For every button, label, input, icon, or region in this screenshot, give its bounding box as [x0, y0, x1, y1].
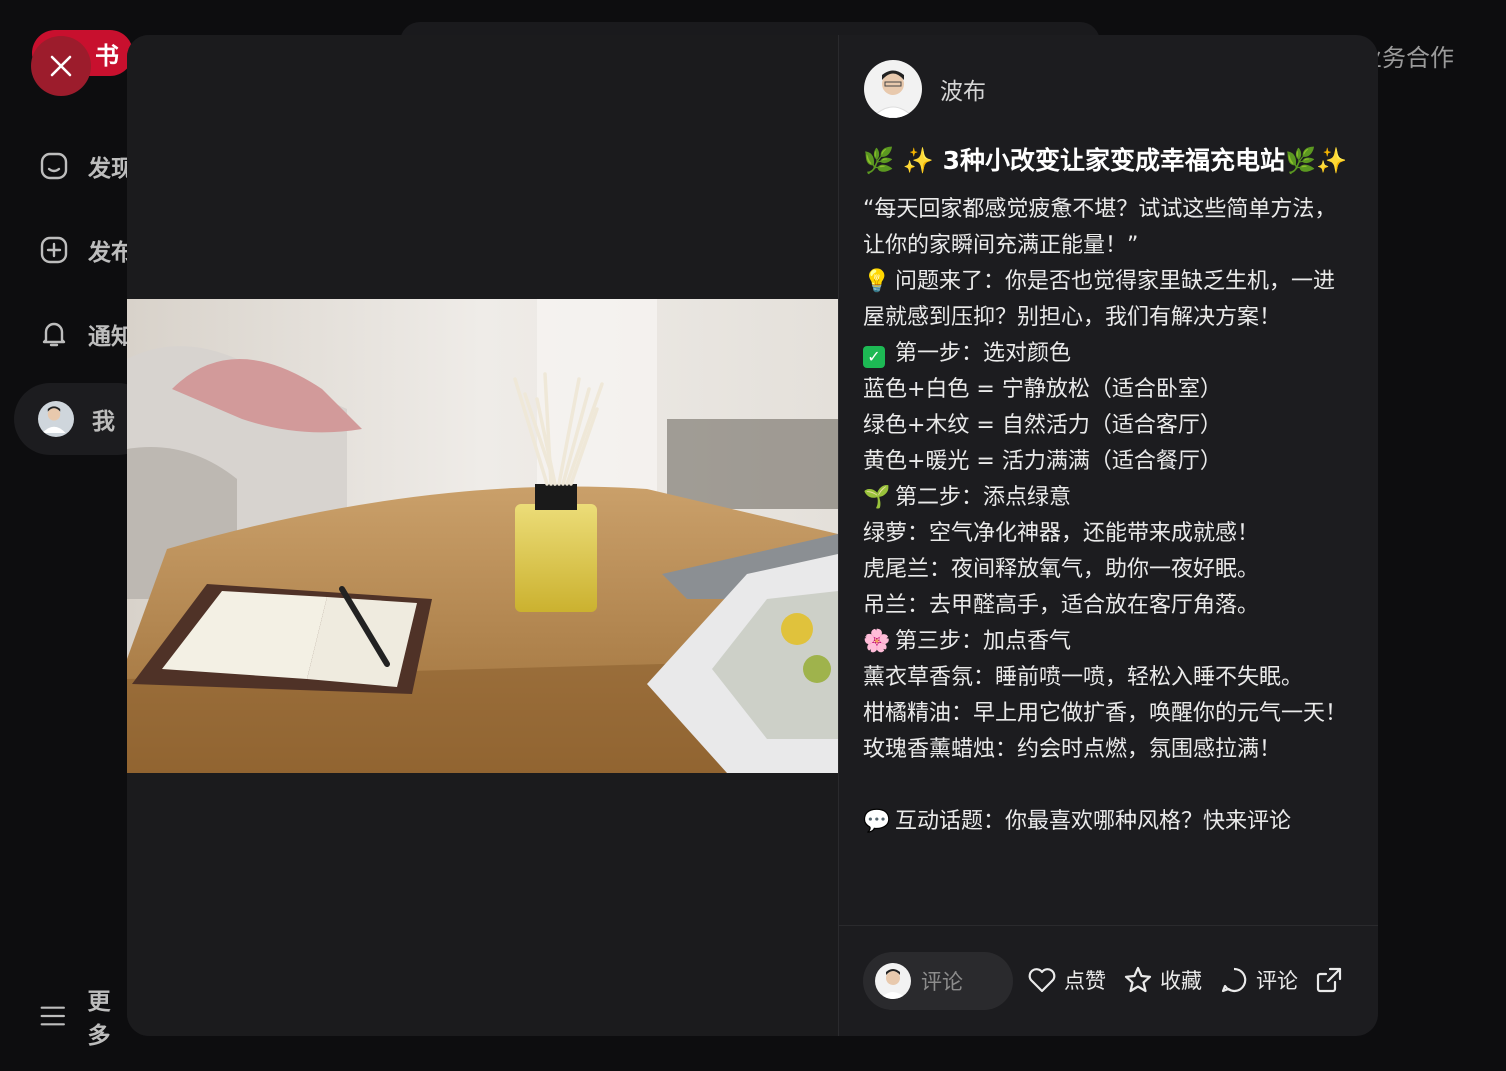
line-emoji: 🌸	[863, 629, 891, 654]
note-line: 💬 互动话题：你最喜欢哪种风格？快来评论	[863, 804, 1355, 840]
comment-label: 评论	[1256, 969, 1298, 993]
sidebar: 发现 发布 通知 我 更多	[0, 0, 154, 1071]
line-text: 第三步：加点香气	[895, 629, 1072, 654]
line-text	[863, 773, 870, 798]
comment-placeholder: 评论	[921, 970, 963, 994]
author-avatar[interactable]	[864, 60, 922, 118]
line-text: 吊兰：去甲醛高手，适合放在客厅角落。	[863, 593, 1260, 618]
note-line: 黄色+暖光 = 活力满满（适合餐厅）	[863, 444, 1355, 480]
note-line: 玫瑰香薰蜡烛：约会时点燃，氛围感拉满！	[863, 732, 1355, 768]
line-text: 绿色+木纹 = 自然活力（适合客厅）	[863, 413, 1222, 438]
collect-label: 收藏	[1160, 969, 1202, 993]
note-line: 虎尾兰：夜间释放氧气，助你一夜好眠。	[863, 552, 1355, 588]
author-info[interactable]: 波布	[864, 60, 986, 118]
line-text: 虎尾兰：夜间释放氧气，助你一夜好眠。	[863, 557, 1260, 582]
line-text: 互动话题：你最喜欢哪种风格？快来评论	[895, 809, 1292, 834]
note-line: ✓ 第一步：选对颜色	[863, 336, 1355, 372]
note-line: 绿色+木纹 = 自然活力（适合客厅）	[863, 408, 1355, 444]
sidebar-item-label: 我	[92, 409, 115, 435]
author-name[interactable]: 波布	[940, 72, 986, 106]
note-body: “每天回家都感觉疲惫不堪？试试这些简单方法，让你的家瞬间充满正能量！” 💡 问题来了…	[863, 192, 1355, 840]
note-line: “每天回家都感觉疲惫不堪？试试这些简单方法，让你的家瞬间充满正能量！”	[863, 192, 1355, 264]
line-text: 绿萝：空气净化神器，还能带来成就感！	[863, 521, 1260, 546]
note-line: 🌸 第三步：加点香气	[863, 624, 1355, 660]
comment-button[interactable]: 评论	[1218, 964, 1298, 996]
note-line: 🌱 第二步：添点绿意	[863, 480, 1355, 516]
collect-button[interactable]: 收藏	[1122, 964, 1202, 996]
line-emoji: ✓	[863, 346, 885, 368]
line-text: 薰衣草香氛：睡前喷一喷，轻松入睡不失眠。	[863, 665, 1304, 690]
line-text: 黄色+暖光 = 活力满满（适合餐厅）	[863, 449, 1222, 474]
close-button[interactable]	[31, 36, 91, 96]
note-line: 蓝色+白色 = 宁静放松（适合卧室）	[863, 372, 1355, 408]
line-text: 玫瑰香薰蜡烛：约会时点燃，氛围感拉满！	[863, 737, 1282, 762]
note-line: 💡 问题来了：你是否也觉得家里缺乏生机，一进屋就感到压抑？别担心，我们有解决方案！	[863, 264, 1355, 336]
note-image[interactable]	[127, 299, 838, 773]
line-text: 柑橘精油：早上用它做扩香，唤醒你的元气一天！	[863, 701, 1348, 726]
line-emoji: 💡	[863, 269, 891, 294]
note-line: 薰衣草香氛：睡前喷一喷，轻松入睡不失眠。	[863, 660, 1355, 696]
menu-icon	[40, 1006, 65, 1026]
heart-icon	[1028, 968, 1056, 993]
note-title: 🌿 ✨ 3种小改变让家变成幸福充电站🌿✨	[863, 146, 1348, 175]
plus-circle-icon	[40, 236, 68, 264]
note-line: 吊兰：去甲醛高手，适合放在客厅角落。	[863, 588, 1355, 624]
line-text: 第二步：添点绿意	[895, 485, 1072, 510]
line-text: 蓝色+白色 = 宁静放松（适合卧室）	[863, 377, 1222, 402]
line-text: “每天回家都感觉疲惫不堪？试试这些简单方法，让你的家瞬间充满正能量！”	[863, 197, 1337, 258]
note-line: 柑橘精油：早上用它做扩香，唤醒你的元气一天！	[863, 696, 1355, 732]
comment-icon	[1221, 967, 1247, 993]
line-text: 第一步：选对颜色	[895, 341, 1072, 366]
note-detail-panel: 波布 🌿 ✨ 3种小改变让家变成幸福充电站🌿✨ “每天回家都感觉疲惫不堪？试试这…	[838, 35, 1378, 1036]
line-emoji: 🌱	[863, 485, 891, 510]
note-line: 绿萝：空气净化神器，还能带来成就感！	[863, 516, 1355, 552]
bell-icon	[42, 322, 66, 347]
like-label: 点赞	[1064, 969, 1106, 993]
star-icon	[1124, 966, 1152, 993]
note-line	[863, 768, 1355, 804]
sidebar-more-label: 更多	[87, 989, 111, 1049]
avatar	[38, 401, 74, 437]
line-emoji: 💬	[863, 809, 891, 834]
close-icon	[50, 55, 72, 77]
engagement-bar: 评论 点赞 收藏 评论	[839, 925, 1378, 1036]
like-button[interactable]: 点赞	[1026, 964, 1106, 996]
share-icon	[1316, 967, 1342, 993]
media-panel	[127, 35, 838, 1036]
home-icon	[40, 152, 68, 180]
share-button[interactable]	[1313, 964, 1345, 996]
comment-input[interactable]: 评论	[863, 952, 1013, 1010]
note-modal: 波布 🌿 ✨ 3种小改变让家变成幸福充电站🌿✨ “每天回家都感觉疲惫不堪？试试这…	[127, 35, 1378, 1036]
note-content[interactable]: 🌿 ✨ 3种小改变让家变成幸福充电站🌿✨ “每天回家都感觉疲惫不堪？试试这些简单…	[863, 142, 1355, 925]
line-text: 问题来了：你是否也觉得家里缺乏生机，一进屋就感到压抑？别担心，我们有解决方案！	[863, 269, 1336, 330]
sidebar-more[interactable]: 更多	[38, 982, 130, 1050]
avatar	[875, 963, 911, 999]
